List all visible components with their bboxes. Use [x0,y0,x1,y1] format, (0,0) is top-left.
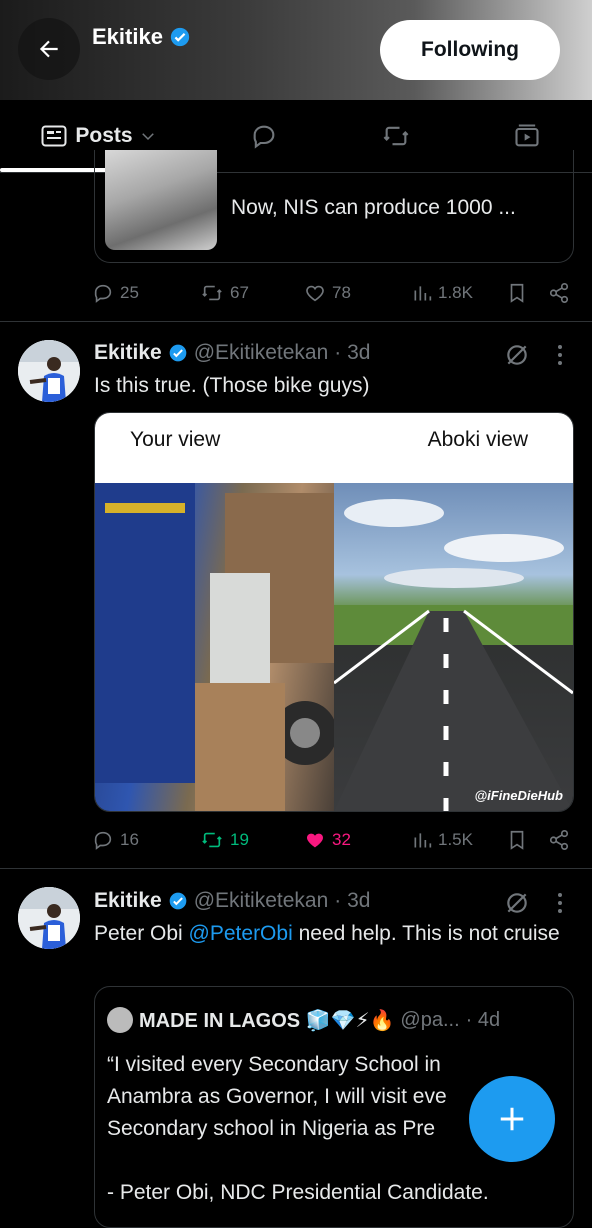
reply-count: 25 [120,283,139,302]
avatar-image [18,887,80,949]
reply-bubble-icon [253,125,275,149]
share-action[interactable] [548,282,570,304]
post-text: Peter Obi @PeterObi need help. This is n… [94,920,564,948]
media-label-right: Aboki view [427,428,528,451]
arrow-left-icon [39,40,58,58]
quoted-author-handle: @pa... [400,1008,460,1031]
post-actions: 25 67 78 1.8K [92,278,572,308]
quoted-text-line: “I visited every Secondary School in [107,1053,441,1076]
like-count: 78 [332,283,351,302]
views-action[interactable]: 1.8K [412,283,473,303]
road-image: @iFineDieHub [333,483,573,811]
quoted-post-time: · 4d [465,1008,501,1031]
grok-icon[interactable] [504,342,530,368]
reply-icon [94,284,112,303]
reply-action[interactable]: 16 [92,829,139,851]
heart-filled-icon [307,833,323,848]
avatar[interactable] [18,887,80,949]
post-header: Ekitike @Ekitiketekan · 3d [94,889,370,913]
post-time[interactable]: · 3d [334,889,370,913]
views-count: 1.5K [438,830,473,849]
profile-name: Ekitike [92,24,191,50]
bookmark-icon [510,830,524,850]
link-card[interactable]: Now, NIS can produce 1000 ... [94,150,574,263]
link-card-text: Now, NIS can produce 1000 ... [231,196,516,219]
author-name[interactable]: Ekitike [94,341,162,365]
verified-badge-icon [169,344,187,362]
repost-action[interactable]: 19 [200,829,249,851]
post-text: Is this true. (Those bike guys) [94,374,370,397]
like-action[interactable]: 78 [304,282,351,304]
views-action[interactable]: 1.5K [412,830,473,850]
plus-icon [500,1107,524,1131]
post-text-part: need help. This is not cruise [292,922,560,945]
compose-post-button[interactable] [469,1076,555,1162]
media-play-icon [515,124,539,147]
post-time[interactable]: · 3d [334,341,370,365]
post-actions: 16 19 32 1.5K [92,825,572,855]
profile-header: Ekitike Following [0,0,592,100]
grok-icon[interactable] [504,890,530,916]
views-count: 1.8K [438,283,473,302]
post-text-part: Peter Obi [94,922,189,945]
bookmark-icon [510,283,524,303]
mention-link[interactable]: @PeterObi [189,922,293,945]
profile-name-text: Ekitike [92,24,163,49]
repost-icon [383,126,409,146]
avatar-image [18,340,80,402]
quoted-text-line: - Peter Obi, NDC Presidential Candidate. [107,1181,489,1204]
posts-list-icon [41,125,67,147]
views-bar-icon [414,833,432,848]
chevron-down-icon [141,133,154,141]
back-button[interactable] [18,18,80,80]
media-watermark: @iFineDieHub [474,788,563,803]
author-handle[interactable]: @Ekitiketekan [194,889,329,913]
avatar[interactable] [18,340,80,402]
post-media[interactable]: Your view Aboki view @iFineDieHub [94,412,574,812]
trucks-image [95,483,337,811]
repost-action[interactable]: 67 [200,282,249,304]
heart-icon [306,285,324,302]
divider [0,321,592,322]
link-card-thumbnail [105,150,217,250]
author-handle[interactable]: @Ekitiketekan [194,341,329,365]
share-icon [549,830,569,850]
more-options-icon[interactable] [556,344,564,366]
views-bar-icon [414,286,432,301]
verified-badge-icon [169,892,187,910]
quoted-post-header: MADE IN LAGOS 🧊💎⚡🔥 @pa... · 4d [107,1007,500,1033]
repost-icon [202,832,222,848]
author-name[interactable]: Ekitike [94,889,162,913]
quoted-avatar [107,1007,133,1033]
verified-badge-icon [170,27,190,47]
post-header: Ekitike @Ekitiketekan · 3d [94,341,370,365]
bookmark-action[interactable] [506,829,528,851]
repost-count: 67 [230,283,249,302]
repost-icon [202,285,222,301]
share-icon [549,283,569,303]
like-action[interactable]: 32 [304,829,351,851]
share-action[interactable] [548,829,570,851]
reply-count: 16 [120,830,139,849]
media-label-left: Your view [130,428,221,451]
reply-icon [94,831,112,850]
bookmark-action[interactable] [506,282,528,304]
quoted-author-name: MADE IN LAGOS 🧊💎⚡🔥 [139,1009,395,1032]
tab-posts-label: Posts [75,124,133,147]
more-options-icon[interactable] [556,892,564,914]
media-caption-bar: Your view Aboki view [95,413,573,483]
following-button[interactable]: Following [380,20,560,80]
like-count: 32 [332,830,351,849]
divider [0,868,592,869]
repost-count: 19 [230,830,249,849]
reply-action[interactable]: 25 [92,282,139,304]
